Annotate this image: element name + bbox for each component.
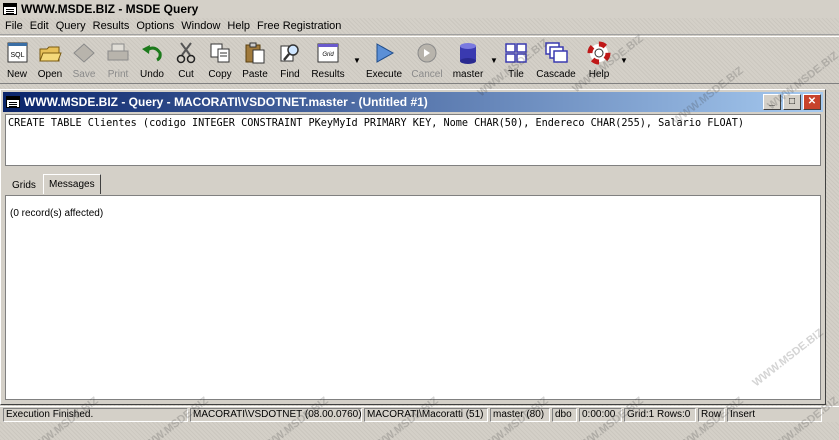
- cascade-button[interactable]: Cascade: [536, 39, 576, 83]
- copy-label: Copy: [208, 69, 232, 80]
- scissors-icon: [176, 42, 196, 64]
- undo-label: Undo: [140, 69, 164, 80]
- query-window-titlebar[interactable]: WWW.MSDE.BIZ - Query - MACORATI\VSDOTNET…: [3, 92, 823, 112]
- open-label: Open: [37, 69, 63, 80]
- results-button[interactable]: Grid Results: [311, 39, 345, 83]
- status-row: Row: [698, 408, 725, 422]
- svg-text:SQL: SQL: [10, 52, 24, 59]
- new-button[interactable]: SQL New: [3, 39, 31, 83]
- open-button[interactable]: Open: [36, 39, 64, 83]
- new-label: New: [6, 69, 27, 80]
- minimize-button[interactable]: _: [763, 94, 781, 110]
- query-editor[interactable]: CREATE TABLE Clientes (codigo INTEGER CO…: [5, 114, 821, 166]
- maximize-button[interactable]: □: [783, 94, 801, 110]
- cancel-button[interactable]: Cancel: [410, 39, 444, 83]
- find-label: Find: [280, 69, 300, 80]
- help-lifebuoy-icon: [587, 41, 611, 65]
- close-icon: ✕: [807, 96, 817, 107]
- print-button[interactable]: Print: [104, 39, 132, 83]
- menu-help[interactable]: Help: [225, 20, 255, 32]
- execute-label: Execute: [365, 69, 403, 80]
- database-dropdown-arrow-icon[interactable]: ▼: [490, 56, 498, 65]
- copy-icon: [210, 43, 230, 63]
- tab-grids[interactable]: Grids: [7, 176, 41, 194]
- desktop-background: [0, 423, 839, 440]
- query-window: WWW.MSDE.BIZ - Query - MACORATI\VSDOTNET…: [0, 89, 826, 405]
- printer-icon: [107, 43, 129, 61]
- menu-free-registration[interactable]: Free Registration: [255, 20, 346, 32]
- cancel-label: Cancel: [411, 69, 443, 80]
- tile-windows-icon: [505, 43, 527, 63]
- query-text: CREATE TABLE Clientes (codigo INTEGER CO…: [8, 118, 745, 129]
- find-button[interactable]: Find: [276, 39, 304, 83]
- status-server: MACORATI\VSDOTNET (08.00.0760): [190, 408, 362, 422]
- save-button[interactable]: Save: [70, 39, 98, 83]
- status-bar: Execution Finished. MACORATI\VSDOTNET (0…: [0, 406, 839, 422]
- result-message: (0 record(s) affected): [10, 208, 104, 219]
- help-label: Help: [588, 69, 610, 80]
- status-execution: Execution Finished.: [3, 408, 188, 422]
- results-label: Results: [311, 69, 345, 80]
- open-folder-icon: [39, 46, 62, 62]
- results-tabs: Grids Messages: [5, 174, 821, 194]
- results-dropdown-arrow-icon[interactable]: ▼: [353, 56, 361, 65]
- svg-text:Grid: Grid: [322, 52, 334, 58]
- database-label: master: [452, 69, 484, 80]
- toolbar: SQL New Open Save Print Undo Cut Copy Pa…: [0, 36, 839, 84]
- query-window-title: WWW.MSDE.BIZ - Query - MACORATI\VSDOTNET…: [24, 95, 428, 109]
- menu-results[interactable]: Results: [91, 20, 135, 32]
- help-button[interactable]: Help: [584, 39, 614, 83]
- minimize-icon: _: [769, 96, 775, 107]
- tile-label: Tile: [508, 69, 524, 80]
- status-insert-mode: Insert: [727, 408, 822, 422]
- query-window-icon: [6, 96, 20, 108]
- copy-button[interactable]: Copy: [206, 39, 234, 83]
- status-database: master (80): [490, 408, 550, 422]
- messages-pane[interactable]: (0 record(s) affected): [5, 195, 821, 400]
- app-window-icon: [3, 3, 17, 15]
- menu-window[interactable]: Window: [179, 20, 225, 32]
- print-label: Print: [107, 69, 129, 80]
- undo-arrow-icon: [142, 45, 162, 62]
- status-time: 0:00:00: [579, 408, 622, 422]
- undo-button[interactable]: Undo: [138, 39, 166, 83]
- status-user: MACORATI\Macoratti (51): [364, 408, 488, 422]
- database-selector-button[interactable]: master: [451, 39, 485, 83]
- results-grid-icon: Grid: [317, 43, 339, 63]
- find-magnifier-icon: [280, 44, 299, 62]
- menu-bar: File Edit Query Results Options Window H…: [0, 18, 839, 35]
- tab-messages[interactable]: Messages: [43, 174, 101, 194]
- execute-button[interactable]: Execute: [366, 39, 402, 83]
- database-cylinder-icon: [460, 43, 476, 64]
- status-schema: dbo: [552, 408, 577, 422]
- execute-play-icon: [376, 43, 395, 63]
- paste-button[interactable]: Paste: [240, 39, 270, 83]
- sql-document-icon: SQL: [7, 42, 28, 63]
- paste-label: Paste: [242, 69, 268, 80]
- menu-file[interactable]: File: [3, 20, 28, 32]
- window-controls: _ □ ✕: [763, 94, 821, 110]
- close-button[interactable]: ✕: [803, 94, 821, 110]
- tile-button[interactable]: Tile: [500, 39, 532, 83]
- save-label: Save: [72, 69, 96, 80]
- save-disk-icon: [73, 43, 95, 63]
- cut-label: Cut: [178, 69, 194, 80]
- menu-options[interactable]: Options: [134, 20, 179, 32]
- cascade-label: Cascade: [536, 69, 576, 80]
- cascade-windows-icon: [545, 42, 568, 63]
- cut-button[interactable]: Cut: [172, 39, 200, 83]
- menu-edit[interactable]: Edit: [28, 20, 54, 32]
- maximize-icon: □: [788, 96, 796, 107]
- status-grid-rows: Grid:1 Rows:0: [624, 408, 696, 422]
- help-dropdown-arrow-icon[interactable]: ▼: [620, 56, 628, 65]
- app-title: WWW.MSDE.BIZ - MSDE Query: [21, 2, 199, 16]
- paste-clipboard-icon: [245, 42, 265, 64]
- menu-query[interactable]: Query: [54, 20, 91, 32]
- cancel-stop-icon: [417, 43, 437, 63]
- app-titlebar[interactable]: WWW.MSDE.BIZ - MSDE Query: [0, 0, 839, 18]
